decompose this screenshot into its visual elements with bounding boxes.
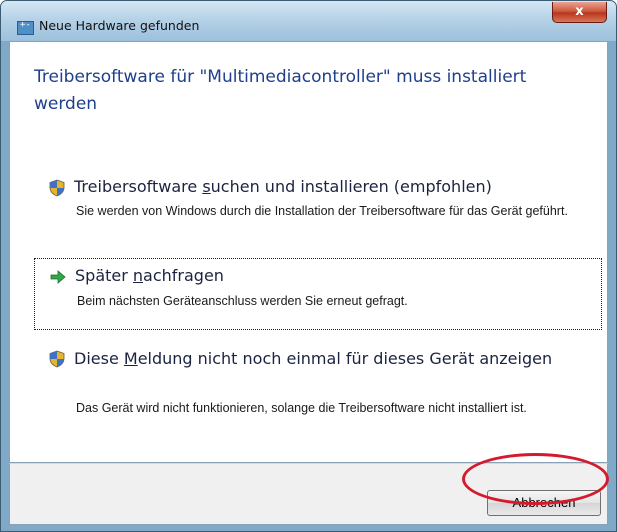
cancel-button[interactable]: Abbrechen — [487, 490, 601, 516]
hardware-wizard-icon — [17, 20, 34, 35]
option-title: Diese Meldung nicht noch einmal für dies… — [74, 349, 553, 368]
option-description: Sie werden von Windows durch die Install… — [76, 204, 568, 218]
option-title: Später nachfragen — [75, 266, 224, 285]
dialog-window: Neue Hardware gefunden x Treibersoftware… — [0, 0, 617, 532]
window-title: Neue Hardware gefunden — [39, 18, 200, 33]
dialog-footer: Abbrechen — [9, 463, 608, 525]
dialog-content: Treibersoftware für "Multimediacontrolle… — [9, 41, 608, 463]
option-do-not-show-again[interactable]: Diese Meldung nicht noch einmal für dies… — [34, 342, 602, 450]
shield-icon — [49, 350, 65, 368]
option-search-and-install[interactable]: Treibersoftware suchen und installieren … — [34, 170, 602, 240]
option-title: Treibersoftware suchen und installieren … — [74, 177, 492, 196]
option-ask-later[interactable]: Später nachfragen Beim nächsten Gerätean… — [34, 258, 602, 330]
option-description: Beim nächsten Geräteanschluss werden Sie… — [77, 294, 408, 308]
shield-icon — [49, 179, 65, 197]
green-arrow-icon — [50, 270, 66, 284]
option-description: Das Gerät wird nicht funktionieren, sola… — [76, 401, 527, 415]
close-button[interactable]: x — [552, 2, 607, 23]
dialog-heading: Treibersoftware für "Multimediacontrolle… — [34, 67, 527, 114]
title-bar: Neue Hardware gefunden x — [1, 1, 616, 41]
